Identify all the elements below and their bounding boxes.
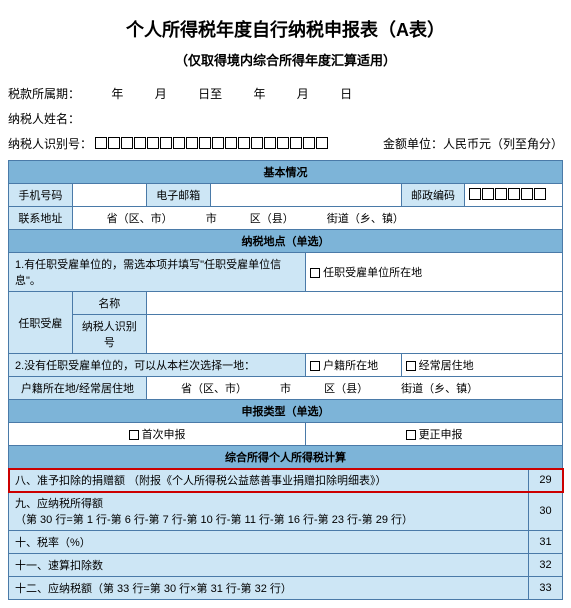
row10-label: 十、税率（%） (9, 531, 529, 554)
form-table: 基本情况 手机号码 电子邮箱 邮政编码 联系地址 省（区、市） 市 区（县） 街… (8, 160, 563, 600)
section-basic: 基本情况 (9, 161, 563, 184)
period-y2: 年 (253, 87, 265, 101)
row12-label: 十二、应纳税额（第 33 行=第 30 行×第 31 行-第 32 行） (9, 577, 529, 600)
id-boxes[interactable] (95, 137, 329, 152)
zip-input[interactable] (465, 184, 563, 207)
emp-name-input[interactable] (146, 292, 562, 315)
emp-name-label: 名称 (72, 292, 146, 315)
opt2-cb1-cell[interactable]: 户籍所在地 (306, 354, 402, 377)
correct-label: 更正申报 (419, 429, 463, 441)
page-title: 个人所得税年度自行纳税申报表（A表） (8, 16, 563, 42)
period-m2: 月 (297, 87, 309, 101)
huji-label: 户籍所在地/经常居住地 (9, 377, 147, 400)
opt2-cb2-label: 经常居住地 (419, 360, 474, 372)
first-declare-cell[interactable]: 首次申报 (9, 423, 306, 446)
phone-label: 手机号码 (9, 184, 73, 207)
opt2-cb1-label: 户籍所在地 (323, 360, 378, 372)
row9a: 九、应纳税所得额 (15, 495, 524, 511)
checkbox-icon[interactable] (406, 430, 416, 440)
addr-prov: 省（区、市） (107, 213, 173, 225)
zip-label: 邮政编码 (401, 184, 465, 207)
checkbox-icon[interactable] (310, 361, 320, 371)
huji-county: 区（县） (324, 383, 368, 395)
addr-city: 市 (206, 213, 217, 225)
period-d1: 日至 (198, 87, 222, 101)
currency-unit: 金额单位：人民币元（列至角分） (383, 135, 563, 152)
section-calc: 综合所得个人所得税计算 (9, 446, 563, 469)
checkbox-icon[interactable] (406, 361, 416, 371)
period-label: 税款所属期： (8, 87, 80, 101)
row12-num: 33 (529, 577, 563, 600)
emp-id-label: 纳税人识别号 (72, 315, 146, 354)
huji-city: 市 (280, 383, 291, 395)
first-label: 首次申报 (142, 429, 186, 441)
opt1-cb-label: 任职受雇单位所在地 (323, 267, 422, 279)
correct-declare-cell[interactable]: 更正申报 (306, 423, 563, 446)
taxpayer-name-row: 纳税人姓名： (8, 110, 563, 127)
opt2-cb2-cell[interactable]: 经常居住地 (401, 354, 562, 377)
huji-prov: 省（区、市） (181, 383, 247, 395)
row8-num: 29 (529, 469, 563, 492)
period-y1: 年 (111, 87, 123, 101)
phone-input[interactable] (72, 184, 146, 207)
name-label: 纳税人姓名： (8, 112, 80, 126)
row9b: （第 30 行=第 1 行-第 6 行-第 7 行-第 10 行-第 11 行-… (15, 511, 524, 527)
row9-label: 九、应纳税所得额 （第 30 行=第 1 行-第 6 行-第 7 行-第 10 … (9, 492, 529, 531)
addr-label: 联系地址 (9, 207, 73, 230)
row9-num: 30 (529, 492, 563, 531)
opt1-checkbox-cell[interactable]: 任职受雇单位所在地 (306, 253, 563, 292)
checkbox-icon[interactable] (310, 268, 320, 278)
opt1-label: 1.有任职受雇单位的，需选本项并填写"任职受雇单位信息"。 (9, 253, 306, 292)
page-subtitle: （仅取得境内综合所得年度汇算适用） (8, 50, 563, 69)
checkbox-icon[interactable] (129, 430, 139, 440)
row10-num: 31 (529, 531, 563, 554)
taxpayer-id-row: 纳税人识别号： 金额单位：人民币元（列至角分） (8, 135, 563, 152)
addr-county: 区（县） (250, 213, 294, 225)
row8-label: 八、准予扣除的捐赠额 （附报《个人所得税公益慈善事业捐赠扣除明细表》） (9, 469, 529, 492)
huji-input[interactable]: 省（区、市） 市 区（县） 街道（乡、镇） (146, 377, 562, 400)
section-taxaddr: 纳税地点（单选） (9, 230, 563, 253)
opt2-label: 2.没有任职受雇单位的，可以从本栏次选择一地： (9, 354, 306, 377)
tax-period-row: 税款所属期： 年 月 日至 年 月 日 (8, 85, 563, 102)
emp-id-input[interactable] (146, 315, 562, 354)
addr-street: 街道（乡、镇） (327, 213, 404, 225)
emp-unit-label1: 任职受雇 (9, 292, 73, 354)
huji-street: 街道（乡、镇） (401, 383, 478, 395)
addr-input[interactable]: 省（区、市） 市 区（县） 街道（乡、镇） (72, 207, 562, 230)
id-label: 纳税人识别号： (8, 137, 92, 151)
row11-num: 32 (529, 554, 563, 577)
email-label: 电子邮箱 (146, 184, 210, 207)
period-d2: 日 (340, 87, 352, 101)
email-input[interactable] (210, 184, 401, 207)
row11-label: 十一、速算扣除数 (9, 554, 529, 577)
period-m1: 月 (155, 87, 167, 101)
section-declaretype: 申报类型（单选） (9, 400, 563, 423)
